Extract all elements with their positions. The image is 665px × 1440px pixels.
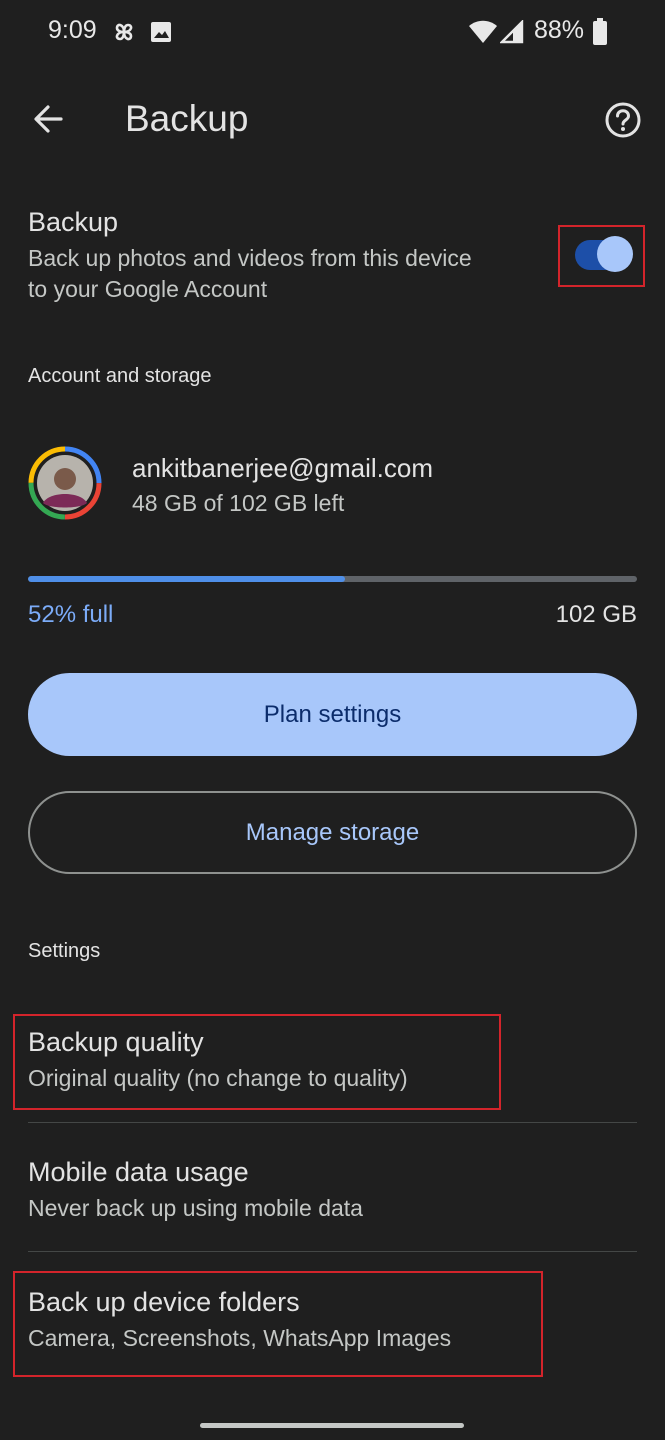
avatar[interactable] (27, 445, 103, 521)
help-circle-icon[interactable] (604, 101, 642, 139)
account-email: ankitbanerjee@gmail.com (132, 453, 433, 483)
setting-mobile-data-usage[interactable]: Mobile data usage Never back up using mo… (0, 1140, 665, 1248)
backup-toggle-subtitle-line2: to your Google Account (28, 276, 268, 302)
gesture-nav-handle[interactable] (200, 1423, 464, 1428)
backup-toggle-title: Backup (28, 207, 119, 237)
settings-section-label: Settings (28, 940, 101, 962)
page-title: Backup (125, 98, 249, 139)
signal-icon (500, 20, 524, 44)
setting-title: Mobile data usage (28, 1157, 249, 1187)
status-time: 9:09 (48, 16, 97, 44)
account-section-label: Account and storage (28, 365, 212, 387)
backup-toggle-subtitle-line1: Back up photos and videos from this devi… (28, 245, 472, 271)
arrow-back-icon[interactable] (30, 101, 66, 137)
battery-icon (593, 18, 607, 45)
setting-subtitle: Never back up using mobile data (28, 1195, 363, 1221)
storage-left: 48 GB of 102 GB left (132, 490, 345, 516)
pinwheel-icon (115, 23, 133, 41)
wifi-icon (469, 20, 497, 43)
plan-settings-button[interactable]: Plan settings (28, 673, 637, 756)
image-icon (151, 22, 171, 42)
divider (28, 1122, 637, 1123)
device-folders-highlight-box (13, 1271, 543, 1377)
toggle-highlight-box (558, 225, 645, 287)
divider (28, 1251, 637, 1252)
storage-usage-label: 52% full (28, 601, 114, 628)
battery-percent: 88% (534, 16, 585, 44)
manage-storage-button[interactable]: Manage storage (28, 791, 637, 874)
backup-quality-highlight-box (13, 1014, 501, 1110)
storage-progress-fill (28, 576, 345, 582)
storage-total: 102 GB (555, 601, 637, 628)
storage-progress-bar (28, 576, 637, 582)
